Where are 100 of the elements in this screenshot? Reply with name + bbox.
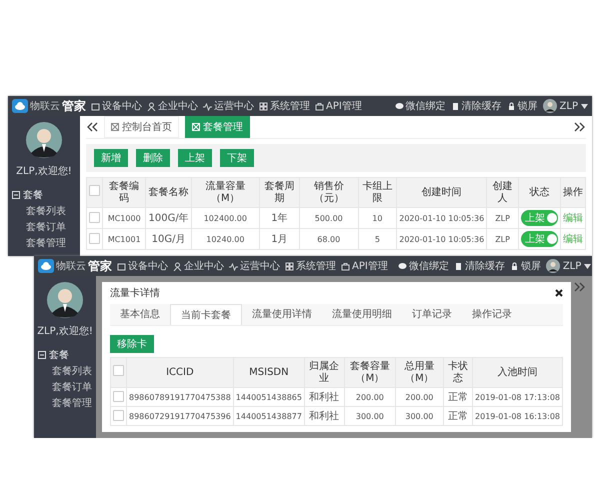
column-header: 入池时间 [472, 358, 562, 388]
checkbox[interactable] [113, 390, 124, 402]
nav-link[interactable]: 系统管理 [285, 259, 336, 273]
avatar-icon [542, 99, 557, 113]
pulse-icon [229, 262, 238, 270]
bag-icon [341, 262, 350, 270]
checkbox[interactable] [113, 365, 124, 376]
page-tab[interactable]: 控制台首页 [104, 116, 179, 138]
nav-link[interactable]: 企业中心 [173, 259, 224, 273]
avatar-icon [47, 282, 83, 318]
menu-group[interactable]: 套餐 [38, 348, 69, 362]
image-icon [111, 123, 119, 131]
table-cell: 10240.00 [191, 228, 260, 250]
user-menu[interactable]: ZLP [542, 99, 588, 113]
menu-item[interactable]: 套餐列表 [52, 364, 92, 378]
header-action[interactable]: 锁屏 [510, 259, 541, 273]
table-cell: 1月 [259, 228, 300, 250]
caret-icon [584, 264, 592, 268]
nav-link[interactable]: 企业中心 [147, 99, 198, 113]
logo-text: 管家 [88, 258, 112, 274]
box-icon [91, 102, 100, 110]
column-header: 归属企业 [304, 358, 344, 388]
column-header: 销售价（元） [299, 178, 358, 208]
table-cell: 正常 [443, 406, 473, 426]
people-icon [147, 102, 156, 110]
column-header: 套餐周期 [259, 178, 300, 208]
table-cell: 2019-01-08 17:13:08 [472, 388, 562, 406]
menu-item[interactable]: 套餐管理 [52, 396, 92, 410]
checkbox[interactable] [89, 232, 100, 244]
menu-item[interactable]: 套餐订单 [52, 380, 92, 394]
table-cell: 2019-01-08 16:13:08 [472, 406, 562, 426]
cloud-icon [38, 259, 54, 273]
nav-link[interactable]: 运营中心 [203, 99, 254, 113]
table-cell: 1年 [259, 208, 300, 228]
header-action[interactable]: 清除缓存 [450, 99, 502, 113]
column-header: ICCID [126, 358, 234, 388]
dialog-tab[interactable]: 操作记录 [462, 304, 522, 325]
grid-icon [259, 102, 268, 110]
dialog-tab[interactable]: 订单记录 [402, 304, 462, 325]
checkbox[interactable] [89, 212, 100, 222]
welcome-text: ZLP,欢迎您! [16, 164, 72, 178]
nav-link[interactable]: 运营中心 [229, 259, 280, 273]
nav-link[interactable]: 系统管理 [259, 99, 310, 113]
table-cell: 1440051438877 [233, 406, 304, 426]
table-cell: 2020-01-10 10:05:36 [396, 208, 487, 228]
table-cell: 300.00 [344, 406, 396, 426]
table-cell: 正常 [443, 388, 473, 406]
menu-item[interactable]: 套餐管理 [26, 236, 66, 250]
table-cell: 102400.00 [191, 208, 260, 228]
nav-link[interactable]: API管理 [341, 259, 388, 273]
column-header: MSISDN [233, 358, 304, 388]
table-cell: MC1000 [102, 208, 146, 228]
nav-link[interactable]: API管理 [315, 99, 362, 113]
nav-link[interactable]: 设备中心 [91, 99, 142, 113]
table-cell: MC1001 [102, 228, 146, 250]
welcome-text: ZLP,欢迎您! [37, 324, 93, 338]
column-header: 状态 [518, 178, 560, 208]
table-cell: ZLP [486, 228, 518, 250]
checkbox[interactable] [113, 410, 124, 420]
column-header: 套餐容量（M） [344, 358, 396, 388]
bag-icon [315, 102, 324, 110]
column-header: 套餐名称 [146, 178, 192, 208]
column-header: 创建人 [486, 178, 518, 208]
column-header: 卡状态 [443, 358, 473, 388]
double-chevron-left-icon[interactable] [86, 122, 98, 132]
table-cell: 2020-01-10 10:05:36 [396, 228, 487, 250]
avatar-icon [26, 122, 62, 158]
table-cell: ZLP [486, 208, 518, 228]
dialog-tab[interactable]: 流量使用明细 [322, 304, 402, 325]
grid-icon [285, 262, 294, 270]
logo-caption: 物联云 [30, 100, 60, 113]
dialog-tab[interactable]: 流量使用详情 [242, 304, 322, 325]
logo-text: 管家 [62, 98, 86, 114]
column-header: 总用量（M） [396, 358, 443, 388]
nav-link[interactable]: 设备中心 [117, 259, 168, 273]
header-action[interactable]: 微信绑定 [398, 259, 449, 273]
table-cell: 89860789191770475388 [126, 388, 234, 406]
user-menu[interactable]: ZLP [546, 259, 592, 273]
dialog-tab[interactable]: 基本信息 [110, 304, 170, 325]
column-header: 卡组上限 [358, 178, 397, 208]
menu-group[interactable]: 套餐 [12, 188, 43, 202]
table-cell: 89860729191770475396 [126, 406, 234, 426]
header-action[interactable]: 清除缓存 [454, 259, 505, 273]
menu-item[interactable]: 套餐订单 [26, 220, 66, 234]
table-cell: 300.00 [396, 406, 443, 426]
table-cell: 500.00 [299, 208, 358, 228]
pulse-icon [203, 102, 212, 110]
close-icon[interactable] [555, 289, 563, 297]
header-action[interactable]: 微信绑定 [394, 99, 446, 113]
table-cell: 5 [358, 228, 397, 250]
header-action[interactable]: 锁屏 [506, 99, 538, 113]
dialog-tab[interactable]: 当前卡套餐 [170, 304, 242, 325]
menu-item[interactable]: 套餐列表 [26, 204, 66, 218]
lock-icon [506, 102, 516, 110]
column-header: 创建时间 [396, 178, 487, 208]
table-cell: 1440051438865 [233, 388, 304, 406]
checkbox[interactable] [89, 185, 100, 196]
image-icon [192, 123, 200, 131]
double-chevron-right-icon[interactable] [574, 122, 586, 132]
table-cell: 100G/年 [146, 208, 192, 228]
